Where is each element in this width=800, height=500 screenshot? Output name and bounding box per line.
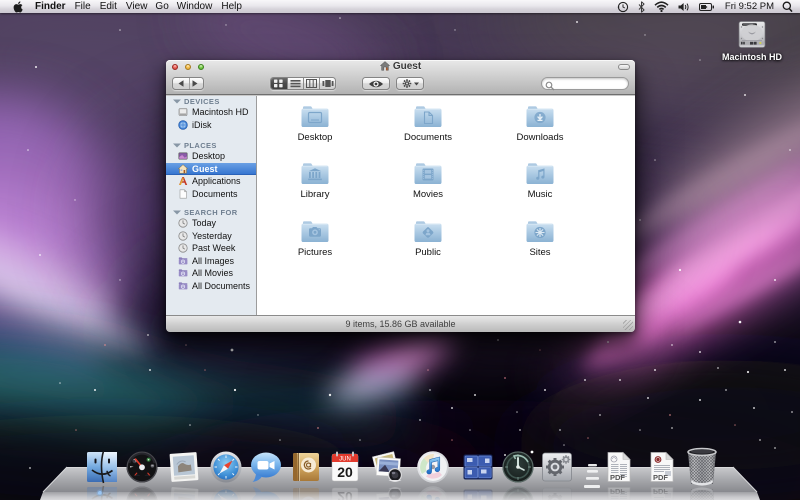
- svg-text:JUN: JUN: [339, 457, 351, 463]
- svg-text:20: 20: [337, 464, 353, 480]
- svg-text:PDF: PDF: [653, 473, 668, 482]
- svg-text:PDF: PDF: [610, 473, 625, 482]
